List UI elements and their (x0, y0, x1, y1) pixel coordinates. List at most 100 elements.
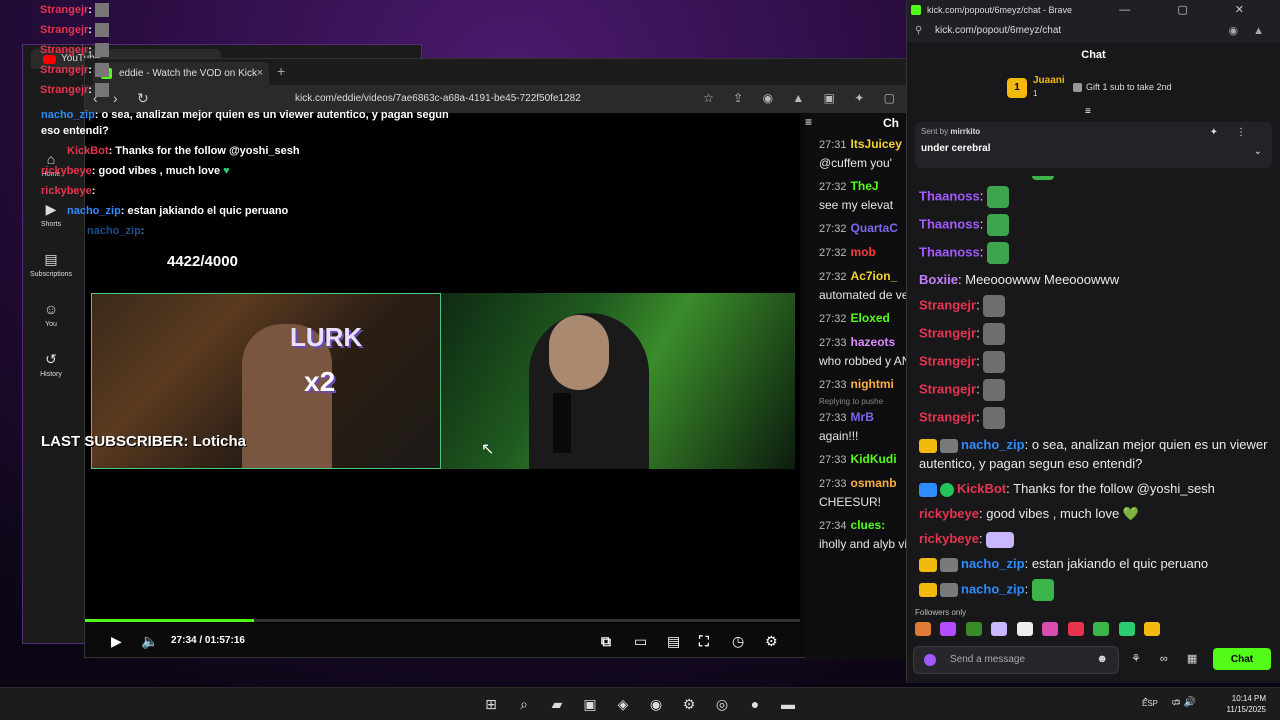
chat-username[interactable]: osmanb (851, 476, 897, 490)
more-options-icon[interactable]: ⋮ (1236, 127, 1264, 138)
chat-username[interactable]: KidKudi (851, 452, 897, 466)
chat-username[interactable]: QuartaC (851, 221, 898, 235)
sidebar-item-you[interactable]: ☺ You (23, 295, 79, 345)
start-icon[interactable]: ⊞ (482, 695, 500, 713)
emote-button[interactable] (1016, 622, 1033, 636)
window-controls[interactable]: — ▢ ✕ (1119, 3, 1266, 16)
chat-username[interactable]: mob (851, 245, 876, 259)
vod-chat-message: 27:33 MrB again!!! (805, 406, 911, 448)
chat-username[interactable]: rickybeye (919, 531, 979, 546)
message-text: estan jakiando el quic peruano (1031, 556, 1209, 571)
kick-app-icon[interactable]: ◈ (614, 695, 632, 713)
video-player[interactable]: nacho_zip: o sea, analizan mejor quien e… (41, 109, 800, 623)
emote-button[interactable] (1093, 622, 1110, 636)
settings-gear-icon[interactable]: ⚙ (765, 633, 778, 650)
chat-username[interactable]: nacho_zip (961, 437, 1025, 452)
pin-actions: ✦⋮ (1210, 127, 1264, 138)
message-text: good vibes , much love (986, 506, 1120, 521)
chat-username[interactable]: Strangejr (919, 409, 976, 424)
sidebar-item-subscriptions[interactable]: ▤ Subscriptions (23, 245, 79, 295)
leaderboard-user[interactable]: Juaani (1033, 75, 1065, 86)
chat-username[interactable]: Boxiie (919, 272, 958, 287)
message-text: Thanks for the follow @yoshi_sesh (1013, 481, 1215, 496)
chat-username[interactable]: Ac7ion_ (851, 269, 898, 283)
emote-button[interactable] (1067, 622, 1084, 636)
chat-username[interactable]: nacho_zip (961, 581, 1025, 596)
chat-username[interactable]: Thaanoss (919, 188, 980, 203)
file-explorer-icon[interactable]: ▰ (548, 695, 566, 713)
chat-username[interactable]: KickBot (957, 481, 1006, 496)
chat-username[interactable]: TheJ (851, 179, 879, 193)
chat-username[interactable]: Strangejr (919, 297, 976, 312)
chat-menu-icon[interactable]: ≡ (805, 115, 812, 129)
send-chat-button[interactable]: Chat (1213, 648, 1271, 670)
message-text: who robbed y ANDY LOL? (819, 354, 911, 368)
chat-username[interactable]: Strangejr (919, 381, 976, 396)
chat-message: KickBot: Thanks for the follow @yoshi_se… (919, 476, 1271, 501)
overlay-chat-messages: nacho_zip: o sea, analizan mejor quien e… (41, 107, 511, 241)
chat-message-list[interactable]: nacho_zip: Thaanoss: Thaanoss: Thaanoss:… (907, 176, 1280, 604)
emote-button[interactable] (1144, 622, 1161, 636)
chrome-icon[interactable]: ● (746, 695, 764, 713)
grey-emote (983, 379, 1006, 401)
address-bar[interactable]: kick.com/popout/6meyz/chat (935, 25, 1061, 36)
kick-vod-browser-window[interactable]: eddie - Watch the VOD on Kick × + ‹ › ↻ … (41, 58, 911, 659)
chat-message: Strangejr: (919, 348, 1271, 376)
captions-button[interactable]: ▤ (667, 633, 680, 650)
emote-button[interactable] (991, 622, 1008, 636)
emoji-picker-icon[interactable]: ☻ (1096, 653, 1108, 665)
sub-badge-icon (940, 438, 958, 453)
pip-button[interactable]: ⧉ (601, 633, 611, 650)
store-icon[interactable]: ▣ (581, 695, 599, 713)
volume-icon[interactable]: 🔈 (141, 633, 158, 650)
playback-speed-button[interactable]: ◷ (732, 633, 744, 650)
play-button[interactable]: ▶ (111, 633, 122, 650)
vod-chat-message: 27:33 nightmi (805, 373, 911, 397)
chat-username[interactable]: Eloxed (851, 311, 890, 325)
chat-username[interactable]: Strangejr (919, 353, 976, 368)
chat-username[interactable]: rickybeye (919, 506, 979, 521)
sidebar-item-history[interactable]: ↺ History (23, 345, 79, 395)
video-progress-bar[interactable] (85, 619, 800, 622)
chat-message: Thaanoss: (919, 239, 1271, 267)
chat-username[interactable]: clues: (851, 518, 886, 532)
extension-icons[interactable]: ◉ ▲ (1228, 24, 1270, 37)
theater-mode-button[interactable]: ▭ (634, 633, 647, 650)
chat-username[interactable]: nacho_zip (961, 556, 1025, 571)
chat-username[interactable]: Thaanoss (919, 244, 980, 259)
discord-icon[interactable]: ◉ (647, 695, 665, 713)
emote-button[interactable] (1118, 622, 1135, 636)
chat-username[interactable]: Thaanoss (919, 216, 980, 231)
emote-button[interactable] (965, 622, 982, 636)
emote-button[interactable] (915, 622, 931, 636)
settings-icon[interactable]: ⚙ (680, 695, 698, 713)
emote-button[interactable] (1042, 622, 1059, 636)
chat-username[interactable]: MrB (851, 410, 874, 424)
chat-message: nacho_zip: (919, 576, 1271, 604)
chat-message-input[interactable]: Send a message ☻ (913, 646, 1119, 674)
emote-button[interactable] (940, 622, 957, 636)
grey-emote (983, 351, 1006, 373)
quick-emote-bar[interactable] (915, 622, 1271, 640)
fullscreen-button[interactable]: ⛶ (699, 633, 709, 650)
app-icon[interactable]: ▬ (779, 695, 797, 713)
system-clock[interactable]: 10:14 PM 11/15/2025 (1227, 693, 1266, 715)
obs-icon[interactable]: ◎ (713, 695, 731, 713)
vod-chat-message: 27:32 QuartaC (805, 217, 911, 241)
leaderboard-expand-icon[interactable]: ≡ (1085, 106, 1091, 117)
pinned-message[interactable]: Sent by mirrkito under cerebral ✦⋮ ⌄ (915, 122, 1272, 168)
chevron-down-icon[interactable]: ⌄ (1254, 146, 1262, 157)
toolbar-extension-icons[interactable]: ☆ ⇪ ◉ ▲ ▣ ✦ ▢ (703, 91, 903, 105)
kick-popout-chat-window[interactable]: kick.com/popout/6meyz/chat - Brave — ▢ ✕… (906, 0, 1280, 683)
network-volume-icons[interactable]: ▭ 🔊 (1171, 697, 1196, 708)
chat-username[interactable]: hazeots (851, 335, 896, 349)
gift-sub-prompt[interactable]: Gift 1 sub to take 2nd (1073, 82, 1172, 93)
chat-message: Strangejr: (919, 404, 1271, 432)
chat-username[interactable]: ItsJuicey (851, 137, 902, 151)
site-settings-icon[interactable]: ⚲ (915, 25, 922, 36)
chat-username[interactable]: nightmi (851, 377, 894, 391)
pin-icon[interactable]: ✦ (1210, 127, 1236, 138)
search-icon[interactable]: ⌕ (515, 695, 533, 713)
chat-username[interactable]: Strangejr (919, 325, 976, 340)
input-language[interactable]: ESP (1142, 699, 1158, 708)
